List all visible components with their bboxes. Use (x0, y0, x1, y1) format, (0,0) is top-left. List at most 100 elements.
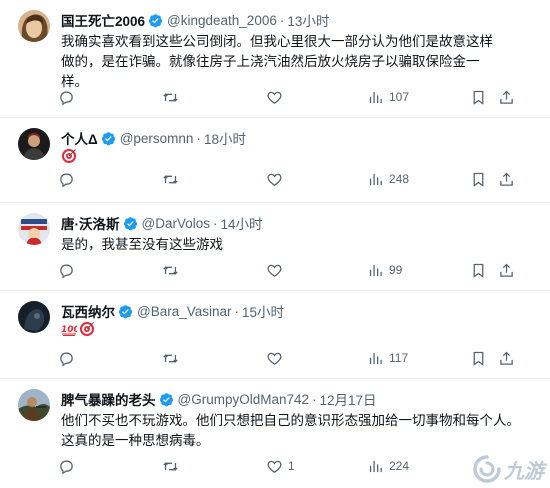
tweet[interactable]: 唐·沃洛斯 @DarVolos · 14小时 是的，我甚至没有这些游戏 99 (0, 203, 550, 291)
reply-icon (60, 264, 73, 278)
user-handle[interactable]: @kingdeath_2006 (167, 13, 277, 28)
views-button[interactable]: 107 (367, 86, 409, 108)
hundred-points-icon: 100 (61, 325, 77, 336)
emoji-row: 100 (61, 321, 95, 337)
like-count: 1 (288, 459, 295, 473)
user-handle[interactable]: @persomnn (120, 131, 194, 146)
tweet-text (61, 148, 531, 170)
separator-dot: · (234, 303, 240, 319)
timestamp[interactable]: 14小时 (220, 213, 262, 233)
display-name[interactable]: 瓦西纳尔 (61, 301, 115, 321)
bookmark-icon (473, 351, 484, 366)
tweet-text: 他们不买也不玩游戏。他们只想把自己的意识形态强加给一切事物和每个人。 这真的是一… (61, 411, 531, 451)
retweet-button[interactable] (162, 168, 184, 190)
tweet-text-line: 这真的是一种思想病毒。 (61, 433, 210, 448)
view-count: 224 (389, 459, 410, 473)
timestamp[interactable]: 13小时 (287, 10, 329, 30)
like-button[interactable] (266, 86, 288, 108)
retweet-icon (163, 353, 178, 363)
view-count: 107 (389, 90, 410, 104)
analytics-icon (369, 264, 382, 276)
avatar[interactable] (18, 128, 50, 160)
share-button[interactable] (498, 259, 515, 281)
retweet-icon (163, 265, 178, 275)
tweet[interactable]: 国王死亡2006 @kingdeath_2006 · 13小时 我确实喜欢看到这… (0, 0, 550, 118)
like-button[interactable]: 1 (266, 455, 295, 477)
avatar[interactable] (18, 10, 50, 42)
share-icon (500, 172, 513, 186)
retweet-button[interactable] (162, 347, 184, 369)
display-name[interactable]: 个人Δ (61, 128, 98, 148)
verified-badge-icon (123, 216, 138, 231)
tweet-text-line: 是的，我甚至没有这些游戏 (61, 237, 223, 252)
tweet[interactable]: 个人Δ @persomnn · 18小时 248 (0, 118, 550, 203)
reply-button[interactable] (58, 259, 80, 281)
analytics-icon (369, 91, 382, 103)
display-name[interactable]: 国王死亡2006 (61, 10, 145, 30)
separator-dot: · (279, 12, 285, 28)
avatar-image (18, 128, 50, 160)
timestamp[interactable]: 18小时 (204, 128, 246, 148)
share-button[interactable] (498, 347, 515, 369)
tweet-text: 是的，我甚至没有这些游戏 (61, 235, 531, 255)
bookmark-button[interactable] (470, 259, 487, 281)
tweet[interactable]: 瓦西纳尔 @Bara_Vasinar · 15小时 100 (0, 291, 550, 379)
tweet[interactable]: 脾气暴躁的老头 @GrumpyOldMan742 · 12月17日 他们不买也不… (0, 379, 550, 488)
analytics-icon (369, 173, 382, 185)
views-button[interactable]: 248 (367, 168, 409, 190)
like-button[interactable] (266, 347, 288, 369)
views-button[interactable]: 99 (367, 259, 402, 281)
reply-icon (60, 91, 73, 105)
watermark-logo: 九游 (472, 454, 544, 484)
analytics-icon (369, 460, 382, 472)
bookmark-icon (473, 90, 484, 105)
share-button[interactable] (498, 86, 515, 108)
tweet-header: 唐·沃洛斯 @DarVolos · 14小时 (61, 213, 263, 233)
view-count: 99 (389, 263, 403, 277)
display-name[interactable]: 脾气暴躁的老头 (61, 389, 156, 409)
share-icon (500, 351, 513, 365)
tweet-header: 脾气暴躁的老头 @GrumpyOldMan742 · 12月17日 (61, 389, 377, 409)
retweet-button[interactable] (162, 455, 184, 477)
share-button[interactable] (498, 168, 515, 190)
bookmark-button[interactable] (470, 347, 487, 369)
views-button[interactable]: 117 (367, 347, 408, 369)
reply-button[interactable] (58, 168, 80, 190)
nine-game-logo-icon (473, 455, 501, 483)
bookmark-button[interactable] (470, 168, 487, 190)
tweet-text: 我确实喜欢看到这些公司倒闭。但我心里很大一部分认为他们是故意这样做的，是在诈骗。… (61, 32, 501, 92)
verified-badge-icon (159, 392, 174, 407)
retweet-button[interactable] (162, 259, 184, 281)
timestamp[interactable]: 12月17日 (320, 389, 377, 409)
avatar-image (18, 301, 50, 333)
avatar[interactable] (18, 301, 50, 333)
like-button[interactable] (266, 259, 288, 281)
heart-icon (267, 264, 282, 277)
avatar[interactable] (18, 213, 50, 245)
action-bar: 248 (58, 168, 528, 190)
reply-icon (60, 460, 73, 474)
direct-hit-icon (80, 322, 94, 336)
reply-button[interactable] (58, 455, 80, 477)
user-handle[interactable]: @GrumpyOldMan742 (178, 392, 310, 407)
verified-badge-icon (118, 304, 133, 319)
reply-button[interactable] (58, 347, 80, 369)
views-button[interactable]: 224 (367, 455, 409, 477)
user-handle[interactable]: @DarVolos (142, 216, 210, 231)
like-button[interactable] (266, 168, 288, 190)
user-handle[interactable]: @Bara_Vasinar (137, 304, 232, 319)
reply-icon (60, 173, 73, 187)
bookmark-button[interactable] (470, 86, 487, 108)
direct-hit-icon (62, 149, 76, 163)
avatar-image (18, 10, 50, 42)
avatar-image (18, 213, 50, 245)
action-bar: 1 224 (58, 455, 528, 477)
avatar[interactable] (18, 389, 50, 421)
display-name[interactable]: 唐·沃洛斯 (61, 213, 120, 233)
timestamp[interactable]: 15小时 (242, 301, 284, 321)
retweet-button[interactable] (162, 86, 184, 108)
reply-button[interactable] (58, 86, 80, 108)
watermark-text: 九游 (504, 458, 544, 483)
bookmark-icon (473, 172, 484, 187)
tweet-feed: 国王死亡2006 @kingdeath_2006 · 13小时 我确实喜欢看到这… (0, 0, 550, 488)
